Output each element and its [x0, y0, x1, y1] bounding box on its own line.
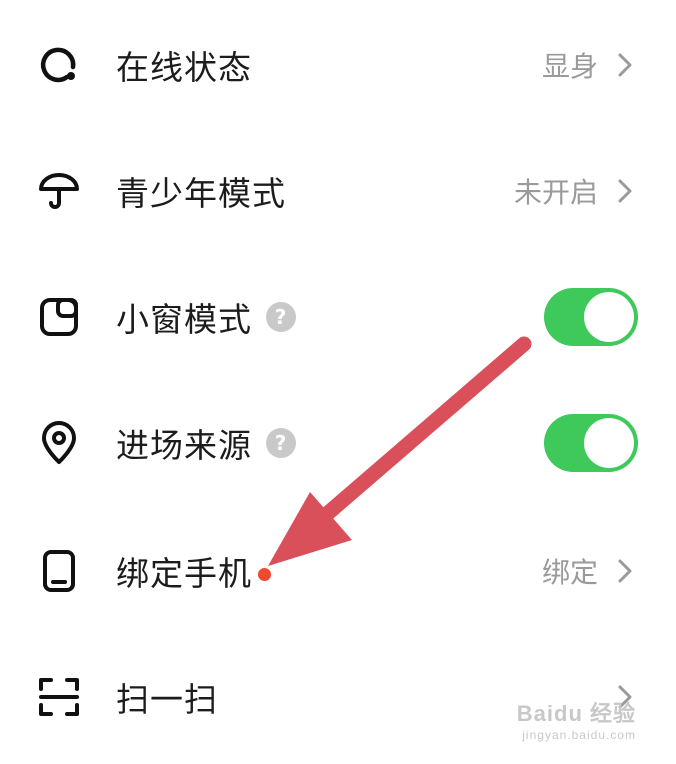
watermark-brand: Baidu 经验 — [516, 701, 636, 726]
chevron-right-icon — [618, 53, 632, 77]
entry-source-toggle[interactable] — [544, 414, 638, 472]
mini-window-icon — [36, 294, 82, 340]
bind-phone-value: 绑定 — [541, 556, 598, 589]
bind-phone-label: 绑定手机 — [116, 547, 271, 595]
help-icon[interactable]: ? — [266, 302, 296, 332]
umbrella-icon — [36, 168, 82, 214]
bind-phone-label-text: 绑定手机 — [116, 554, 252, 593]
location-pin-icon — [36, 420, 82, 466]
red-dot-badge — [258, 567, 271, 581]
teen-mode-label: 青少年模式 — [116, 174, 286, 213]
settings-row-bind-phone[interactable]: 绑定手机 绑定 — [0, 508, 676, 634]
teen-mode-value: 未开启 — [513, 176, 598, 209]
scan-label: 扫一扫 — [116, 680, 218, 719]
entry-source-label: 进场来源 ? — [116, 419, 296, 467]
chevron-right-icon — [618, 179, 632, 203]
mini-window-label-text: 小窗模式 — [116, 300, 252, 339]
mini-window-toggle[interactable] — [544, 288, 638, 346]
settings-row-teen-mode[interactable]: 青少年模式 未开启 — [0, 128, 676, 254]
online-status-value: 显身 — [541, 50, 598, 83]
settings-row-online-status[interactable]: 在线状态 显身 — [0, 2, 676, 128]
entry-source-label-text: 进场来源 — [116, 426, 252, 465]
help-icon[interactable]: ? — [266, 428, 296, 458]
settings-row-mini-window: 小窗模式 ? — [0, 254, 676, 380]
mini-window-label: 小窗模式 ? — [116, 293, 296, 341]
chevron-right-icon — [618, 559, 632, 583]
toggle-knob — [584, 292, 634, 342]
scan-icon — [36, 674, 82, 720]
toggle-knob — [584, 418, 634, 468]
online-status-label: 在线状态 — [116, 48, 252, 87]
watermark: Baidu 经验 jingyan.baidu.com — [517, 696, 636, 742]
phone-icon — [36, 548, 82, 594]
online-status-icon — [36, 42, 82, 88]
settings-row-entry-source: 进场来源 ? — [0, 380, 676, 506]
watermark-url: jingyan.baidu.com — [522, 728, 636, 742]
